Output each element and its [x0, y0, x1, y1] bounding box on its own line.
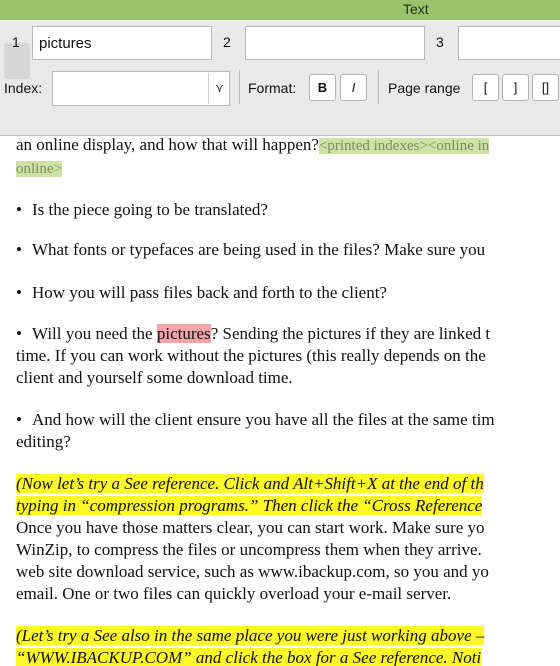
- range-both-button[interactable]: []: [532, 74, 559, 101]
- page-range-label: Page range: [388, 80, 461, 96]
- doc-line: typing in “compression programs.” Then c…: [16, 494, 483, 517]
- highlighted-instruction: typing in “compression programs.” Then c…: [16, 496, 483, 515]
- bullet-text: ? Sending the pictures if they are linke…: [210, 324, 491, 343]
- doc-line: client and yourself some download time.: [16, 368, 293, 387]
- bold-button[interactable]: B: [309, 74, 336, 101]
- doc-line: “WWW.IBACKUP.COM” and click the box for …: [16, 646, 482, 666]
- range-close-button[interactable]: ]: [502, 74, 529, 101]
- doc-line: Once you have those matters clear, you c…: [16, 518, 485, 537]
- bullet-item: And how will the client ensure you have …: [16, 408, 495, 431]
- bullet-text: And how will the client ensure you have …: [31, 410, 495, 429]
- doc-line: editing?: [16, 432, 71, 451]
- doc-line: (Let’s try a See also in the same place …: [16, 624, 485, 647]
- separator: [378, 70, 379, 104]
- level-3-input[interactable]: [458, 26, 560, 60]
- index-entry-panel: 1 pictures 2 3 Index: ⋎ Format: B I Page…: [0, 20, 560, 136]
- separator: [239, 70, 240, 104]
- index-label: Index:: [4, 80, 43, 96]
- italic-button[interactable]: I: [340, 74, 367, 101]
- doc-line: online>: [16, 156, 62, 181]
- highlighted-instruction: (Now let’s try a See reference. Click an…: [16, 474, 484, 493]
- text-run: an online display, and how that will hap…: [16, 136, 319, 154]
- bullet-text: Will you need the: [31, 324, 157, 343]
- bullet-item: What fonts or typefaces are being used i…: [16, 238, 485, 261]
- doc-line: email. One or two files can quickly over…: [16, 584, 452, 603]
- bullet-text: What fonts or typefaces are being used i…: [31, 240, 486, 259]
- index-select[interactable]: [52, 71, 230, 106]
- doc-line: time. If you can work without the pictur…: [16, 346, 486, 365]
- field-2-number: 2: [223, 34, 231, 50]
- bullet-item: Will you need the pictures? Sending the …: [16, 322, 490, 345]
- range-open-button[interactable]: [: [472, 74, 499, 101]
- field-3-number: 3: [436, 34, 444, 50]
- index-tag: <printed indexes><online in: [318, 138, 490, 154]
- doc-line: web site download service, such as www.i…: [16, 562, 489, 581]
- bullet-text: How you will pass files back and forth t…: [31, 283, 387, 302]
- bullet-text: Is the piece going to be translated?: [31, 200, 268, 219]
- highlighted-instruction: (Let’s try a See also in the same place …: [16, 626, 485, 645]
- doc-line: WinZip, to compress the files or uncompr…: [16, 540, 482, 559]
- search-hit-highlight: pictures: [156, 324, 211, 343]
- doc-line: (Now let’s try a See reference. Click an…: [16, 472, 484, 495]
- window-titlebar: Text: [0, 0, 560, 20]
- level-1-input[interactable]: pictures: [32, 26, 212, 60]
- window-title: Text: [403, 1, 429, 17]
- doc-line: an online display, and how that will hap…: [16, 136, 490, 158]
- bullet-item: How you will pass files back and forth t…: [16, 281, 387, 304]
- bullet-item: Is the piece going to be translated?: [16, 198, 268, 221]
- funnel-icon[interactable]: ⋎: [208, 73, 230, 104]
- highlighted-instruction: “WWW.IBACKUP.COM” and click the box for …: [16, 648, 482, 666]
- document-body[interactable]: an online display, and how that will hap…: [0, 136, 560, 666]
- index-tag: online>: [16, 161, 62, 177]
- format-label: Format:: [248, 80, 297, 96]
- level-2-input[interactable]: [245, 26, 425, 60]
- field-1-number: 1: [12, 34, 20, 50]
